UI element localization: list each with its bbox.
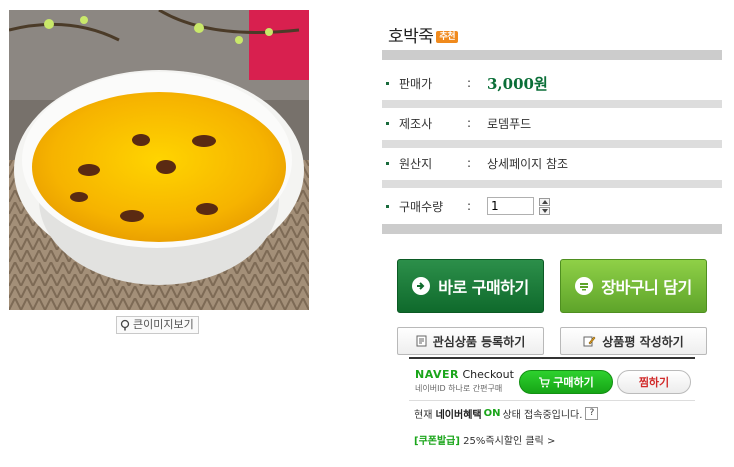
buy-now-button[interactable]: 바로 구매하기 — [397, 259, 544, 313]
cart-icon — [539, 376, 551, 387]
magnifier-icon — [120, 319, 130, 331]
price-value: 3,000원 — [487, 74, 548, 93]
quantity-label: 구매수량 — [399, 199, 444, 214]
status-prefix: 현재 — [414, 410, 433, 421]
product-image — [9, 10, 309, 310]
buy-now-label: 바로 구매하기 — [438, 278, 529, 297]
divider — [382, 100, 722, 108]
write-review-button[interactable]: 상품평 작성하기 — [560, 327, 707, 355]
checkout-brand: Checkout — [462, 368, 514, 381]
add-to-cart-button[interactable]: 장바구니 담기 — [560, 259, 707, 313]
arrow-right-icon — [412, 277, 431, 295]
origin-label: 원산지 — [399, 156, 433, 171]
zoom-image-link[interactable]: 큰이미지보기 — [116, 316, 199, 334]
quantity-input[interactable] — [487, 197, 534, 215]
write-review-label: 상품평 작성하기 — [602, 334, 684, 349]
bullet-icon — [386, 204, 389, 208]
help-icon[interactable]: ? — [585, 407, 599, 420]
divider — [382, 50, 722, 60]
origin-row: 원산지 : 상세페이지 참조 — [384, 151, 714, 175]
coupon-link[interactable]: [쿠폰발급] 25%즉시할인 클릭 > — [414, 432, 555, 447]
naver-checkout-logo: NAVER Checkout — [415, 369, 514, 381]
coupon-text: 25%즉시할인 클릭 — [463, 436, 544, 447]
quantity-stepper — [539, 197, 550, 215]
naver-buy-label: 구매하기 — [553, 376, 594, 389]
bullet-icon — [386, 161, 389, 165]
price-row: 판매가 : 3,000원 — [384, 71, 714, 95]
naver-zzim-label: 찜하기 — [638, 376, 670, 389]
document-icon — [416, 335, 427, 347]
colon: : — [467, 156, 472, 170]
status-suffix: 상태 접속중입니다. — [502, 410, 583, 421]
pencil-icon — [583, 336, 596, 347]
product-name: 호박죽 — [388, 27, 434, 47]
zoom-label: 큰이미지보기 — [133, 318, 194, 331]
maker-value: 로뎀푸드 — [487, 116, 532, 131]
quantity-row: 구매수량 : — [384, 194, 714, 218]
wishlist-button[interactable]: 관심상품 등록하기 — [397, 327, 544, 355]
product-title: 호박죽 추천 — [388, 22, 458, 47]
bullet-icon — [386, 121, 389, 125]
status-on: ON — [483, 408, 501, 419]
naver-brand: NAVER — [415, 368, 459, 381]
divider — [382, 224, 722, 234]
origin-value: 상세페이지 참조 — [487, 156, 569, 171]
naver-status: 현재 네이버혜택 ON 상태 접속중입니다. ? — [414, 406, 599, 421]
colon: : — [467, 76, 472, 90]
bullet-icon — [386, 81, 389, 85]
colon: : — [467, 199, 472, 213]
status-brand: 네이버혜택 — [435, 410, 482, 421]
coupon-tag: [쿠폰발급] — [414, 436, 460, 447]
naver-checkout-subtitle: 네이버ID 하나로 간편구매 — [415, 384, 503, 393]
naver-zzim-button[interactable]: 찜하기 — [617, 370, 691, 394]
wishlist-label: 관심상품 등록하기 — [432, 334, 526, 349]
increase-button[interactable] — [539, 197, 550, 206]
decrease-button[interactable] — [539, 206, 550, 215]
naver-checkout-panel: NAVER Checkout 네이버ID 하나로 간편구매 구매하기 찜하기 — [409, 357, 695, 401]
maker-label: 제조사 — [399, 116, 433, 131]
add-to-cart-label: 장바구니 담기 — [601, 278, 692, 297]
divider — [382, 180, 722, 188]
colon: : — [467, 116, 472, 130]
recommend-badge: 추천 — [436, 31, 458, 43]
maker-row: 제조사 : 로뎀푸드 — [384, 111, 714, 135]
cart-icon — [575, 277, 594, 295]
naver-buy-button[interactable]: 구매하기 — [519, 370, 613, 394]
divider — [382, 140, 722, 148]
price-label: 판매가 — [399, 76, 433, 91]
chevron-right-icon: > — [546, 436, 556, 447]
